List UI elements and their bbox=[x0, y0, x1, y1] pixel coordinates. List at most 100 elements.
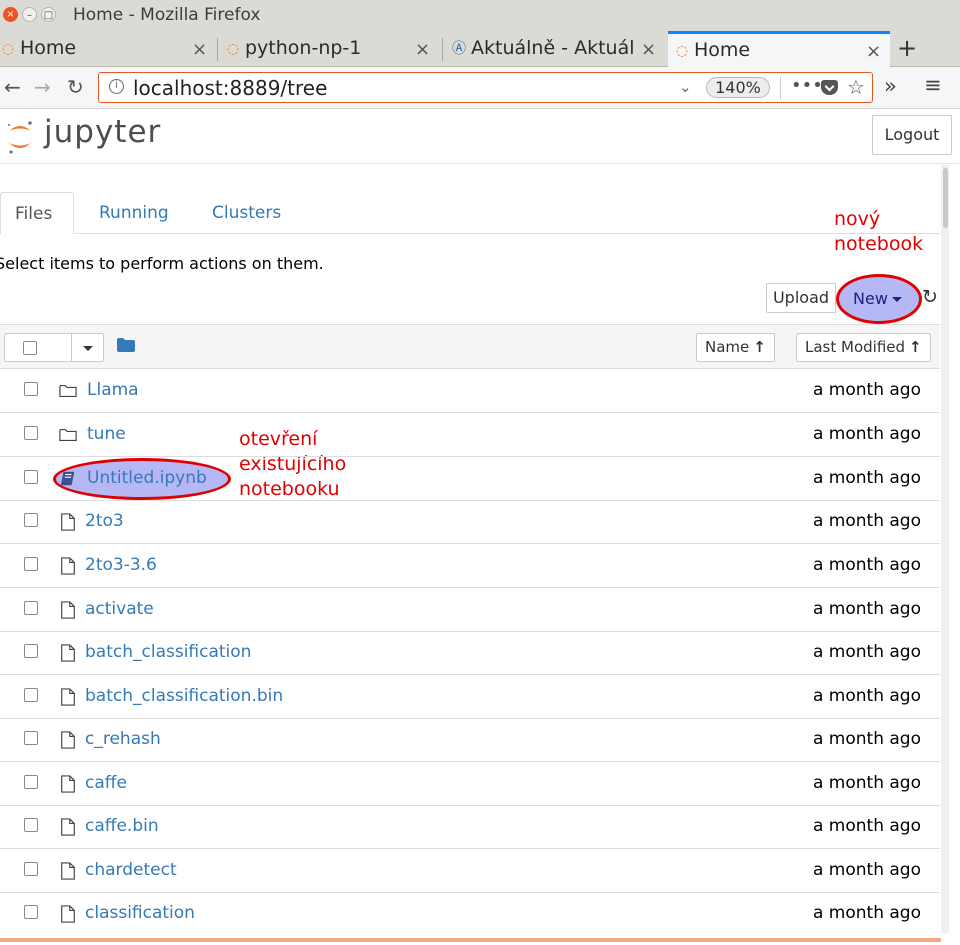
file-row[interactable]: classification a month ago bbox=[0, 892, 940, 936]
jupyter-spinner-icon: ◌ bbox=[226, 41, 240, 57]
url-bar[interactable]: i localhost:8889/tree ⌄ 140% ••• ☆ bbox=[98, 72, 873, 103]
window-close-button[interactable]: × bbox=[3, 7, 18, 22]
row-checkbox[interactable] bbox=[24, 382, 38, 396]
row-checkbox[interactable] bbox=[24, 862, 38, 876]
page-actions-icon[interactable]: ••• bbox=[791, 75, 823, 96]
sort-by-name-button[interactable]: Name ↑ bbox=[696, 333, 775, 362]
arrow-up-icon: ↑ bbox=[753, 338, 766, 356]
reload-icon[interactable]: ↻ bbox=[67, 75, 84, 99]
file-link[interactable]: 2to3-3.6 bbox=[85, 555, 157, 575]
upload-button[interactable]: Upload bbox=[766, 283, 836, 313]
select-all-dropdown[interactable] bbox=[4, 333, 104, 362]
file-row[interactable]: Llama a month ago bbox=[0, 369, 940, 413]
row-checkbox[interactable] bbox=[24, 426, 38, 440]
file-link[interactable]: caffe.bin bbox=[85, 816, 159, 836]
row-checkbox[interactable] bbox=[24, 644, 38, 658]
folder-outline-icon bbox=[59, 429, 77, 441]
annotation-line: nový bbox=[834, 208, 881, 230]
file-row[interactable]: 2to3-3.6 a month ago bbox=[0, 544, 940, 588]
annotation-new-notebook: nový notebook bbox=[834, 207, 923, 257]
sort-by-last-modified-button[interactable]: Last Modified ↑ bbox=[796, 333, 931, 362]
caret-down-icon[interactable] bbox=[83, 346, 93, 351]
jupyter-header: jupyter Logout bbox=[0, 109, 960, 164]
file-row[interactable]: batch_classification.bin a month ago bbox=[0, 675, 940, 719]
browser-tab-home-active[interactable]: ◌ Home × bbox=[668, 31, 890, 67]
file-link[interactable]: Llama bbox=[87, 380, 139, 400]
jupyter-spinner-icon: ◌ bbox=[1, 41, 15, 57]
window-maximize-button[interactable]: □ bbox=[41, 7, 56, 22]
file-link[interactable]: batch_classification bbox=[85, 642, 251, 662]
hamburger-menu-icon[interactable]: ≡ bbox=[924, 73, 942, 97]
jupyter-spinner-icon: ◌ bbox=[675, 43, 689, 59]
selection-hint: Select items to perform actions on them. bbox=[0, 254, 324, 273]
browser-tab-label: Home bbox=[20, 37, 77, 59]
row-checkbox[interactable] bbox=[24, 775, 38, 789]
file-row[interactable]: Untitled.ipynb a month ago bbox=[0, 457, 940, 501]
file-link[interactable]: Untitled.ipynb bbox=[87, 468, 207, 488]
new-button-label: New bbox=[853, 289, 888, 308]
tab-close-icon[interactable]: × bbox=[192, 39, 207, 60]
browser-tab-python-np-1[interactable]: ◌ python-np-1 × bbox=[219, 32, 441, 67]
file-row[interactable]: chardetect a month ago bbox=[0, 849, 940, 893]
file-icon bbox=[61, 775, 75, 793]
scrollbar-thumb[interactable] bbox=[943, 168, 948, 228]
file-link[interactable]: classification bbox=[85, 903, 195, 923]
url-text[interactable]: localhost:8889/tree bbox=[133, 76, 327, 100]
logout-button[interactable]: Logout bbox=[872, 115, 952, 155]
row-checkbox[interactable] bbox=[24, 818, 38, 832]
file-icon bbox=[61, 513, 75, 531]
file-link[interactable]: caffe bbox=[85, 773, 127, 793]
file-link[interactable]: chardetect bbox=[85, 860, 177, 880]
pocket-icon[interactable] bbox=[821, 80, 838, 95]
tab-clusters[interactable]: Clusters bbox=[198, 192, 295, 234]
file-row[interactable]: caffe a month ago bbox=[0, 762, 940, 806]
file-row[interactable]: activate a month ago bbox=[0, 588, 940, 632]
new-tab-button[interactable]: + bbox=[897, 34, 917, 62]
browser-tab-aktualne[interactable]: Ⓐ Aktuálně - Aktuál × bbox=[445, 32, 667, 67]
row-checkbox[interactable] bbox=[24, 470, 38, 484]
modified-date: a month ago bbox=[812, 599, 921, 619]
bookmark-star-icon[interactable]: ☆ bbox=[847, 75, 865, 99]
file-row[interactable]: batch_classification a month ago bbox=[0, 631, 940, 675]
select-all-checkbox[interactable] bbox=[23, 341, 37, 355]
window-title: Home - Mozilla Firefox bbox=[73, 5, 261, 25]
aktualne-icon: Ⓐ bbox=[452, 41, 466, 57]
file-link[interactable]: 2to3 bbox=[85, 511, 124, 531]
file-row[interactable]: tune a month ago bbox=[0, 413, 940, 457]
folder-icon[interactable] bbox=[117, 338, 135, 352]
jupyter-wordmark[interactable]: jupyter bbox=[44, 114, 161, 150]
back-arrow-icon[interactable]: ← bbox=[4, 75, 21, 99]
row-checkbox[interactable] bbox=[24, 905, 38, 919]
row-checkbox[interactable] bbox=[24, 688, 38, 702]
window-minimize-button[interactable]: – bbox=[22, 7, 37, 22]
scrollbar-track[interactable] bbox=[941, 165, 949, 933]
tab-running[interactable]: Running bbox=[85, 192, 183, 234]
file-link[interactable]: batch_classification.bin bbox=[85, 686, 283, 706]
forward-arrow-icon[interactable]: → bbox=[34, 75, 51, 99]
row-checkbox[interactable] bbox=[24, 557, 38, 571]
file-row[interactable]: 2to3 a month ago bbox=[0, 500, 940, 544]
tab-close-icon[interactable]: × bbox=[866, 41, 881, 62]
refresh-icon[interactable]: ↻ bbox=[922, 283, 942, 313]
jupyter-logo-icon[interactable] bbox=[6, 119, 34, 155]
tab-files[interactable]: Files bbox=[0, 192, 74, 235]
file-link[interactable]: activate bbox=[85, 599, 154, 619]
new-dropdown-button[interactable]: New bbox=[836, 274, 922, 324]
url-dropdown-icon[interactable]: ⌄ bbox=[679, 78, 692, 96]
row-checkbox[interactable] bbox=[24, 513, 38, 527]
browser-tab-home-1[interactable]: ◌ Home × bbox=[0, 32, 216, 67]
sort-modified-label: Last Modified bbox=[805, 338, 906, 356]
file-link[interactable]: c_rehash bbox=[85, 729, 161, 749]
row-checkbox[interactable] bbox=[24, 731, 38, 745]
file-row[interactable]: caffe.bin a month ago bbox=[0, 805, 940, 849]
tab-separator bbox=[442, 38, 443, 61]
dashboard-tabs: Files Running Clusters bbox=[0, 192, 940, 235]
tab-close-icon[interactable]: × bbox=[415, 39, 430, 60]
zoom-indicator[interactable]: 140% bbox=[706, 77, 770, 98]
tab-close-icon[interactable]: × bbox=[641, 39, 656, 60]
row-checkbox[interactable] bbox=[24, 601, 38, 615]
file-row[interactable]: c_rehash a month ago bbox=[0, 718, 940, 762]
site-info-icon[interactable]: i bbox=[109, 79, 124, 94]
file-link[interactable]: tune bbox=[87, 424, 126, 444]
toolbar-overflow-icon[interactable]: » bbox=[884, 74, 897, 98]
